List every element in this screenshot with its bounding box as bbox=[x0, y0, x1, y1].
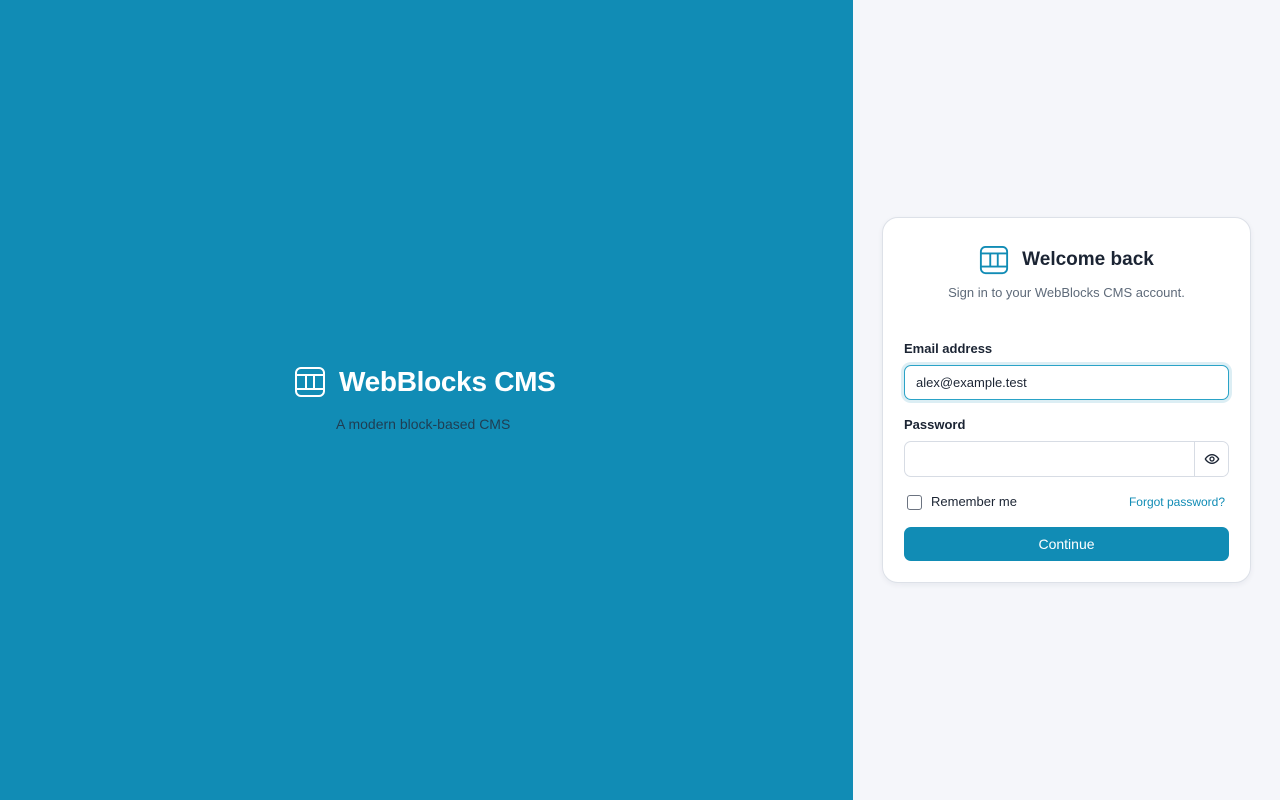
login-title: Welcome back bbox=[1022, 249, 1154, 270]
brand-tagline: A modern block-based CMS bbox=[336, 416, 511, 432]
login-subtitle: Sign in to your WebBlocks CMS account. bbox=[948, 285, 1185, 300]
brand-title: WebBlocks CMS bbox=[339, 366, 556, 397]
layout-blocks-icon bbox=[294, 366, 326, 398]
continue-button[interactable]: Continue bbox=[904, 527, 1229, 561]
password-field bbox=[904, 441, 1229, 477]
login-panel: Welcome back Sign in to your WebBlocks C… bbox=[853, 0, 1280, 800]
brand-lockup: WebBlocks CMS bbox=[294, 364, 556, 400]
brand-panel: WebBlocks CMS A modern block-based CMS bbox=[0, 0, 853, 800]
email-label: Email address bbox=[904, 341, 993, 356]
login-card: Welcome back Sign in to your WebBlocks C… bbox=[882, 217, 1251, 583]
password-label: Password bbox=[904, 417, 966, 432]
remember-me: Remember me bbox=[907, 494, 1017, 510]
layout-blocks-icon bbox=[979, 245, 1009, 275]
forgot-password-link[interactable]: Forgot password? bbox=[1129, 494, 1225, 510]
password-input[interactable] bbox=[905, 442, 1194, 476]
card-header: Welcome back bbox=[883, 245, 1250, 275]
show-password-button[interactable] bbox=[1194, 442, 1228, 476]
email-input[interactable] bbox=[904, 365, 1229, 400]
remember-me-checkbox[interactable] bbox=[907, 494, 922, 510]
remember-me-label[interactable]: Remember me bbox=[931, 494, 1017, 510]
eye-icon bbox=[1204, 451, 1220, 467]
